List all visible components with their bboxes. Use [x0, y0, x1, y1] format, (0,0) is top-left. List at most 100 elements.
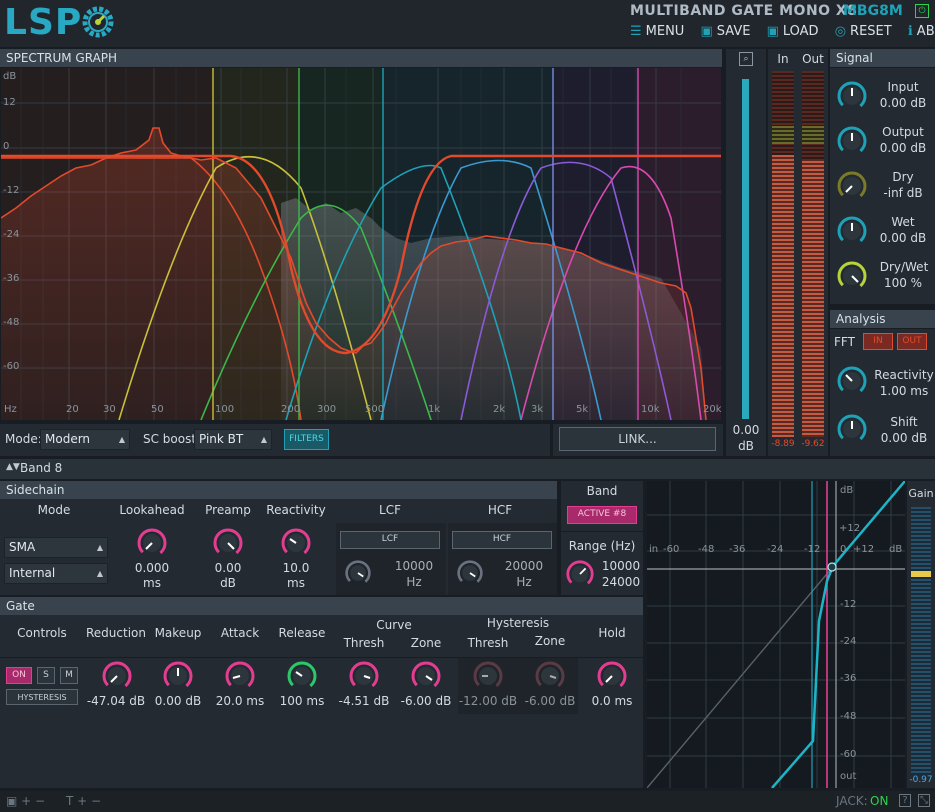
- curve-axis-label: -48: [698, 544, 715, 555]
- lcf-knob[interactable]: [344, 559, 372, 587]
- range-low-value: 10000: [601, 559, 641, 573]
- mode-select[interactable]: Modern ▲: [40, 429, 130, 450]
- gate-curve-graph[interactable]: dB +12 in -60 -48 -36 -24 -12 0 +12 dB -12 -24 -36 -48…: [646, 480, 906, 789]
- reduction-label: Reduction: [86, 626, 146, 640]
- reduction-knob[interactable]: [101, 660, 133, 692]
- load-button[interactable]: ▣ LOAD: [763, 24, 819, 39]
- text-icon[interactable]: T + −: [66, 794, 101, 808]
- fft-out-button[interactable]: OUT: [897, 333, 927, 350]
- scboost-select[interactable]: Pink BT ▲: [194, 429, 272, 450]
- save-button[interactable]: ▣ SAVE: [696, 24, 750, 39]
- input-label: Input: [887, 80, 919, 94]
- attack-knob[interactable]: [224, 660, 256, 692]
- sc-reactivity-knob[interactable]: [280, 527, 312, 559]
- fft-label: FFT: [834, 335, 855, 349]
- add-icon[interactable]: ▣ + −: [6, 794, 45, 808]
- release-value: 100 ms: [279, 694, 325, 708]
- gate-mute-button[interactable]: M: [60, 667, 78, 684]
- hyst-zone-value: -6.00 dB: [524, 694, 576, 708]
- hysteresis-button[interactable]: HYSTERESIS: [6, 689, 78, 705]
- about-button[interactable]: ℹABOUT: [904, 24, 935, 39]
- makeup-knob[interactable]: [162, 660, 194, 692]
- gate-header: Gate: [0, 597, 643, 615]
- gain-meter-bar: [911, 507, 931, 775]
- curve-svg: [646, 480, 906, 789]
- range-knob[interactable]: [565, 559, 595, 589]
- gate-on-button[interactable]: ON: [6, 667, 32, 684]
- thresh-knob[interactable]: [348, 660, 380, 692]
- hyst-thresh-knob[interactable]: [472, 660, 504, 692]
- db-axis-label: -48: [3, 317, 20, 328]
- output-knob[interactable]: [836, 125, 868, 157]
- in-meter-label: In: [777, 52, 789, 66]
- drywet-knob[interactable]: [836, 260, 868, 292]
- status-bar: ▣ + − T + − JACK: ON ? ⤡: [0, 791, 935, 812]
- zoom-value: 0.00: [732, 423, 760, 437]
- preamp-unit: dB: [220, 576, 236, 590]
- reactivity-label: Reactivity: [874, 368, 934, 382]
- dry-knob[interactable]: [836, 170, 868, 202]
- help-icon[interactable]: ?: [899, 794, 911, 807]
- hold-knob[interactable]: [596, 660, 628, 692]
- analysis-header: Analysis: [830, 310, 935, 328]
- link-button[interactable]: LINK...: [559, 427, 716, 451]
- resize-icon[interactable]: ⤡: [918, 794, 930, 807]
- shift-knob[interactable]: [836, 413, 868, 445]
- preamp-value: 0.00: [214, 561, 242, 575]
- dry-value: -inf dB: [883, 186, 923, 200]
- lookahead-unit: ms: [143, 576, 161, 590]
- freq-axis-label: 20k: [703, 404, 722, 415]
- input-knob[interactable]: [836, 80, 868, 112]
- out-meter-value: -9.62: [801, 439, 825, 449]
- in-out-meters: In Out -8.89 -9.62: [768, 49, 828, 456]
- lcf-button[interactable]: LCF: [340, 531, 440, 549]
- zoom-icon[interactable]: ⌕: [739, 52, 753, 66]
- output-label: Output: [882, 125, 924, 139]
- spectrum-header: SPECTRUM GRAPH: [0, 49, 722, 67]
- thresh-value: -4.51 dB: [338, 694, 390, 708]
- db-axis-label: dB: [3, 71, 17, 82]
- reactivity-knob[interactable]: [836, 365, 868, 397]
- hcf-button[interactable]: HCF: [452, 531, 552, 549]
- hcf-value: 20000: [504, 559, 544, 573]
- zoom-slider[interactable]: [742, 79, 749, 419]
- spectrum-graph[interactable]: dB 12 0 -12 -24 -36 -48 -60 Hz 20 30 50 100 200 300 50…: [0, 68, 722, 421]
- hyst-zone-knob[interactable]: [534, 660, 566, 692]
- menu-button[interactable]: ☰ MENU: [626, 24, 684, 39]
- range-label: Range (Hz): [568, 539, 636, 553]
- band-header[interactable]: ▲▼ Band 8: [0, 459, 935, 479]
- preamp-knob[interactable]: [212, 527, 244, 559]
- wet-knob[interactable]: [836, 215, 868, 247]
- gate-solo-button[interactable]: S: [37, 667, 55, 684]
- spectrum-svg: [0, 68, 721, 421]
- sc-mode-select[interactable]: SMA ▲: [4, 537, 108, 558]
- plugin-code: MBG8M: [843, 3, 903, 19]
- fft-in-button[interactable]: IN: [863, 333, 893, 350]
- band-title: Band 8: [20, 461, 63, 475]
- reduction-value: -47.04 dB: [86, 694, 146, 708]
- sc-mode-label: Mode: [37, 503, 71, 517]
- active-band-button[interactable]: ACTIVE #8: [567, 506, 637, 524]
- hcf-knob[interactable]: [456, 559, 484, 587]
- drywet-value: 100 %: [883, 276, 923, 290]
- filters-button[interactable]: FILTERS: [284, 429, 329, 450]
- sc-source-select[interactable]: Internal ▲: [4, 563, 108, 584]
- release-knob[interactable]: [286, 660, 318, 692]
- signal-panel: Input 0.00 dB Output 0.00 dB Dry -inf dB…: [830, 68, 935, 304]
- mode-label: Mode:: [5, 432, 42, 446]
- lookahead-knob[interactable]: [136, 527, 168, 559]
- input-value: 0.00 dB: [879, 96, 927, 110]
- zone-knob[interactable]: [410, 660, 442, 692]
- sidechain-header: Sidechain: [0, 481, 557, 499]
- reset-button[interactable]: ◎ RESET: [831, 24, 892, 39]
- curve-axis-label: dB: [889, 544, 903, 555]
- sc-reactivity-unit: ms: [287, 576, 305, 590]
- sc-reactivity-label: Reactivity: [266, 503, 326, 517]
- db-axis-label: 12: [3, 97, 16, 108]
- jack-label: JACK:: [836, 794, 868, 808]
- out-meter-bar: [802, 71, 824, 437]
- freq-axis-label: 1k: [428, 404, 441, 415]
- save-icon: ▣: [700, 24, 713, 39]
- wet-value: 0.00 dB: [879, 231, 927, 245]
- power-icon[interactable]: ⏻: [915, 4, 929, 18]
